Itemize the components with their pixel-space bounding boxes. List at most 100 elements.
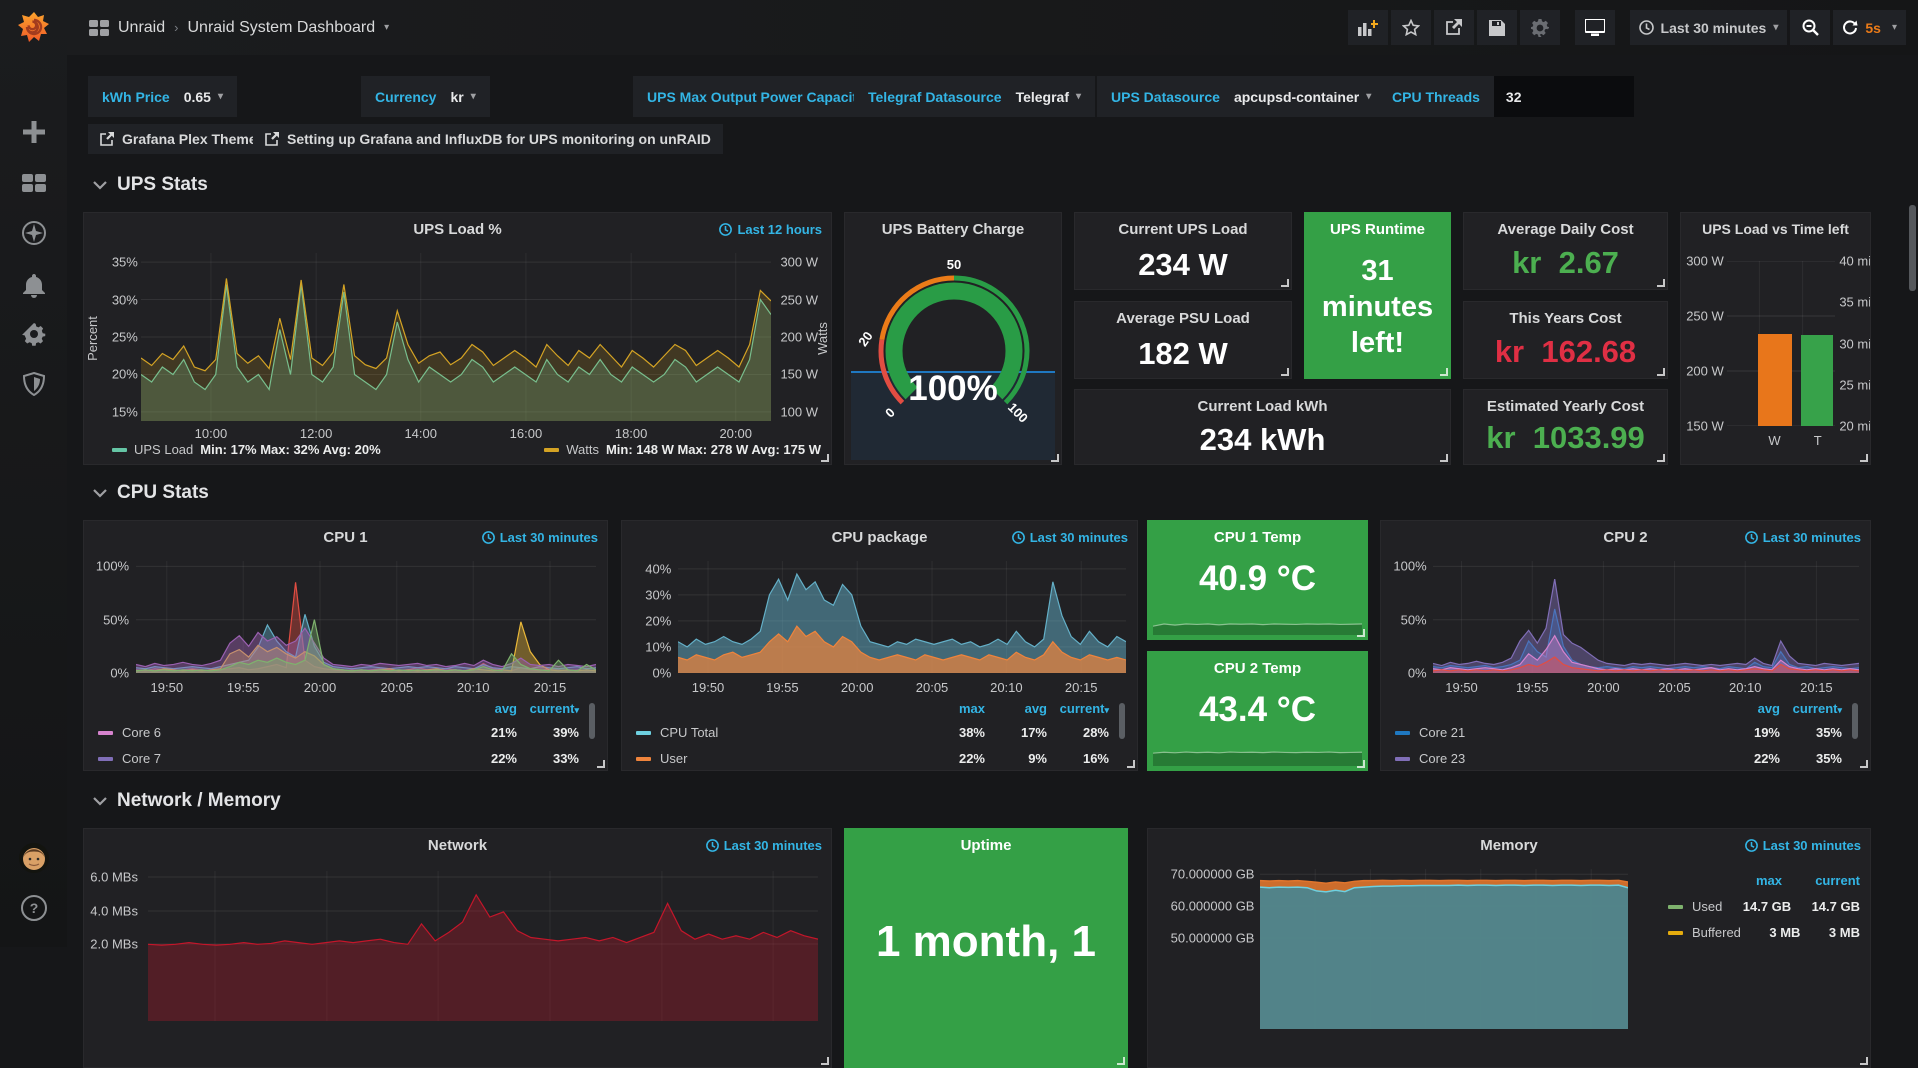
legend-series-name[interactable]: Used — [1692, 899, 1722, 914]
dashboard-grid-icon[interactable] — [89, 20, 109, 36]
panel-title[interactable]: Uptime — [845, 829, 1127, 854]
clock-icon — [1012, 531, 1025, 544]
stat-value: 31 minutes left! — [1305, 253, 1450, 361]
y-tick: 15% — [112, 404, 138, 419]
time-range-link[interactable]: Last 30 minutes — [482, 530, 598, 545]
panel-title[interactable]: Current Load kWh — [1075, 390, 1450, 415]
panel-ups-runtime: UPS Runtime 31 minutes left! — [1304, 212, 1451, 379]
share-button[interactable] — [1434, 10, 1474, 45]
legend-col-avg[interactable]: avg — [985, 701, 1047, 716]
legend-series-name[interactable]: Core 21 — [1419, 725, 1465, 740]
panel-title[interactable]: UPS Load vs Time left — [1681, 213, 1870, 237]
help-icon[interactable]: ? — [0, 888, 67, 928]
settings-button[interactable] — [1520, 10, 1560, 45]
star-button[interactable] — [1391, 10, 1431, 45]
panel-title[interactable]: Current UPS Load — [1075, 213, 1291, 238]
legend-col-current[interactable]: current — [1782, 873, 1860, 888]
link-grafana-plex-theme[interactable]: Grafana Plex Theme — [88, 124, 269, 154]
dashboards-icon[interactable] — [0, 163, 67, 203]
link-ups-monitoring-guide[interactable]: Setting up Grafana and InfluxDB for UPS … — [253, 124, 723, 154]
zoom-out-button[interactable] — [1790, 10, 1830, 45]
legend-series-name[interactable]: UPS Load — [134, 442, 193, 457]
x-tick: 20:15 — [534, 680, 567, 695]
stat-value: kr 162.68 — [1464, 334, 1667, 370]
explore-icon[interactable] — [0, 213, 67, 253]
legend-series-name[interactable]: CPU Total — [660, 725, 718, 740]
server-admin-icon[interactable] — [0, 364, 67, 404]
legend-col-avg[interactable]: avg — [1718, 701, 1780, 716]
legend-col-avg[interactable]: avg — [455, 701, 517, 716]
y-tick: 0% — [1408, 666, 1427, 681]
legend-series-name[interactable]: Core 7 — [122, 751, 161, 766]
x-tick: 19:55 — [227, 680, 260, 695]
legend-col-current[interactable]: current▾ — [1780, 701, 1842, 716]
panel-ups-load: UPS Load % Last 12 hours Percent Watts 3… — [83, 212, 832, 465]
clock-icon — [1745, 531, 1758, 544]
section-cpu-stats[interactable]: CPU Stats — [93, 482, 209, 504]
kiosk-button[interactable] — [1575, 10, 1615, 45]
time-range-link[interactable]: Last 30 minutes — [1745, 530, 1861, 545]
time-range-link[interactable]: Last 12 hours — [719, 222, 822, 237]
legend-scrollbar[interactable] — [1852, 703, 1858, 739]
variable-value: Telegraf — [1016, 89, 1069, 105]
legend-series-name[interactable]: User — [660, 751, 687, 766]
legend-col-max[interactable]: max — [923, 701, 985, 716]
x-tick: 20:10 — [457, 680, 490, 695]
legend-col-max[interactable]: max — [1704, 873, 1782, 888]
time-range-picker[interactable]: Last 30 minutes ▾ — [1630, 10, 1788, 45]
panel-title[interactable]: Average Daily Cost — [1464, 213, 1667, 238]
variable-ups-datasource[interactable]: UPS Datasource apcupsd-container▾ — [1097, 76, 1385, 117]
y-tick: 100% — [1393, 559, 1426, 574]
user-avatar[interactable] — [0, 838, 67, 878]
legend-col-current[interactable]: current▾ — [517, 701, 579, 716]
y-tick: 300 W — [780, 255, 818, 270]
alerting-icon[interactable] — [0, 266, 67, 306]
time-range-link[interactable]: Last 30 minutes — [1745, 838, 1861, 853]
svg-text:20: 20 — [855, 329, 876, 349]
add-panel-button[interactable] — [1348, 10, 1388, 45]
cpu-threads-input[interactable] — [1494, 76, 1634, 117]
legend-series-name[interactable]: Watts — [566, 442, 599, 457]
refresh-button[interactable]: 5s ▾ — [1833, 10, 1906, 45]
page-scrollbar[interactable] — [1909, 205, 1916, 291]
cpu-package-legend: max avg current▾ CPU Total 38% 17% 28% U… — [636, 701, 1131, 765]
x-tick: 20:10 — [990, 680, 1023, 695]
section-ups-stats[interactable]: UPS Stats — [93, 174, 208, 196]
panel-cpu1: CPU 1 Last 30 minutes 100% 50% 0% 19:50 … — [83, 520, 608, 771]
panel-title[interactable]: CPU 2 Temp — [1148, 652, 1367, 677]
breadcrumb-page[interactable]: Unraid System Dashboard — [187, 19, 375, 37]
panel-title[interactable]: CPU 1 Temp — [1148, 521, 1367, 546]
breadcrumb-app[interactable]: Unraid — [118, 19, 165, 37]
chevron-down-icon[interactable]: ▾ — [384, 22, 389, 33]
panel-title[interactable]: UPS Battery Charge — [845, 213, 1061, 238]
panel-title[interactable]: This Years Cost — [1464, 302, 1667, 327]
panel-title[interactable]: UPS Runtime — [1305, 213, 1450, 238]
legend-scrollbar[interactable] — [589, 703, 595, 739]
save-button[interactable] — [1477, 10, 1517, 45]
variable-telegraf-datasource[interactable]: Telegraf Datasource Telegraf▾ — [854, 76, 1095, 117]
legend-series-name[interactable]: Core 23 — [1419, 751, 1465, 766]
configuration-icon[interactable] — [0, 314, 67, 354]
refresh-interval[interactable]: 5s — [1865, 20, 1881, 36]
stat-value: kr 2.67 — [1464, 245, 1667, 281]
grafana-logo[interactable] — [0, 8, 67, 48]
panel-title[interactable]: Estimated Yearly Cost — [1464, 390, 1667, 415]
legend-col-current[interactable]: current▾ — [1047, 701, 1109, 716]
variable-value: apcupsd-container — [1234, 89, 1359, 105]
y-tick: 50% — [103, 612, 129, 627]
variable-currency[interactable]: Currency kr▾ — [361, 76, 490, 117]
time-range-link[interactable]: Last 30 minutes — [1012, 530, 1128, 545]
legend-scrollbar[interactable] — [1119, 703, 1125, 739]
y-tick: 150 W — [780, 367, 818, 382]
stat-value: 234 W — [1075, 247, 1291, 283]
variable-kwh-price[interactable]: kWh Price 0.65▾ — [88, 76, 237, 117]
panel-title[interactable]: Average PSU Load — [1075, 302, 1291, 327]
legend-series-name[interactable]: Core 6 — [122, 725, 161, 740]
memory-chart — [1260, 869, 1628, 1029]
add-icon[interactable] — [0, 112, 67, 152]
section-network-memory[interactable]: Network / Memory — [93, 790, 281, 812]
x-tick: 16:00 — [510, 426, 543, 441]
x-tick: 10:00 — [195, 426, 228, 441]
time-range-link[interactable]: Last 30 minutes — [706, 838, 822, 853]
legend-series-name[interactable]: Buffered — [1692, 925, 1741, 940]
